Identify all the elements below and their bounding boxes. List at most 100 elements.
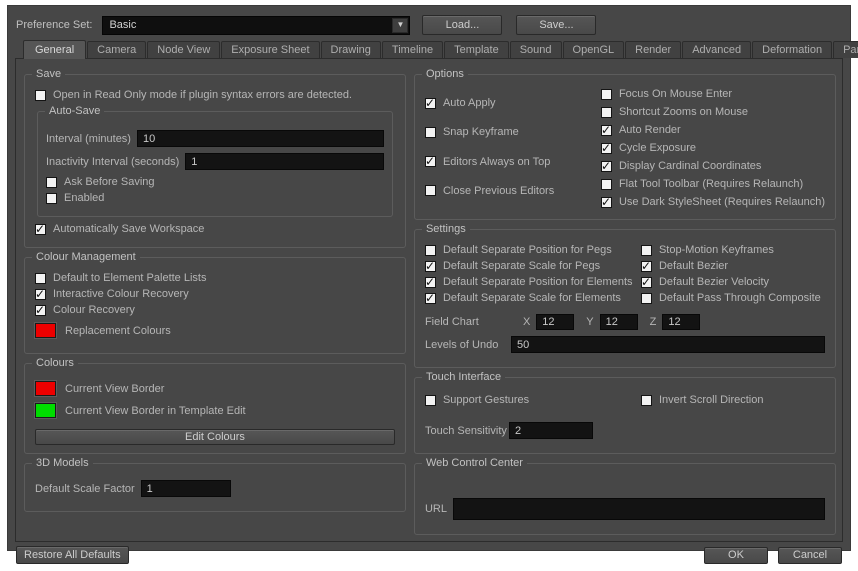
ok-button[interactable]: OK xyxy=(704,546,768,564)
chevron-down-icon[interactable]: ▼ xyxy=(392,17,409,33)
invert-scroll-direction-checkbox[interactable] xyxy=(640,394,652,406)
interactive-recovery-row: Interactive Colour Recovery xyxy=(35,287,395,301)
stop-motion-keyframes-checkbox[interactable] xyxy=(640,244,652,256)
tab-node-view[interactable]: Node View xyxy=(147,41,221,58)
tab-sound[interactable]: Sound xyxy=(509,41,562,58)
field-chart-y-input[interactable] xyxy=(599,314,638,330)
ask-before-saving-checkbox[interactable] xyxy=(46,176,57,188)
replacement-colours-row: Replacement Colours xyxy=(35,323,395,338)
preference-set-value: Basic xyxy=(109,19,137,31)
options-left-column: Auto Apply Snap Keyframe Editors Always … xyxy=(424,85,601,211)
interval-input[interactable] xyxy=(136,130,384,147)
ask-before-saving-row: Ask Before Saving xyxy=(46,176,384,188)
display-cardinal-coordinates-row: Display Cardinal Coordinates xyxy=(600,159,825,173)
tab-opengl[interactable]: OpenGL xyxy=(562,41,625,58)
tab-drawing[interactable]: Drawing xyxy=(320,41,381,58)
tab-camera[interactable]: Camera xyxy=(87,41,147,58)
url-input[interactable] xyxy=(452,498,825,520)
inactivity-row: Inactivity Interval (seconds) xyxy=(46,153,384,170)
close-previous-editors-checkbox[interactable] xyxy=(424,185,436,197)
inactivity-input[interactable] xyxy=(185,153,384,170)
restore-all-defaults-button[interactable]: Restore All Defaults xyxy=(16,546,129,564)
separate-position-pegs-label: Default Separate Position for Pegs xyxy=(442,244,612,256)
enabled-row: Enabled xyxy=(46,192,384,204)
levels-of-undo-label: Levels of Undo xyxy=(424,338,499,351)
separate-position-elements-row: Default Separate Position for Elements xyxy=(424,275,641,289)
preference-set-row: Preference Set: Basic ▼ Load... Save... xyxy=(8,6,850,40)
template-edit-border-label: Current View Border in Template Edit xyxy=(65,404,246,417)
tab-particle[interactable]: Particle xyxy=(833,41,858,58)
separate-position-pegs-checkbox[interactable] xyxy=(424,244,436,256)
snap-keyframe-checkbox[interactable] xyxy=(424,126,436,138)
colour-recovery-checkbox[interactable] xyxy=(35,303,46,317)
interactive-recovery-label: Interactive Colour Recovery xyxy=(53,288,189,300)
default-bezier-velocity-checkbox[interactable] xyxy=(640,275,652,289)
settings-right-column: Stop-Motion Keyframes Default Bezier Def… xyxy=(640,240,825,308)
default-pass-through-composite-label: Default Pass Through Composite xyxy=(658,292,821,304)
save-button[interactable]: Save... xyxy=(516,15,597,35)
replacement-colours-swatch[interactable] xyxy=(35,323,56,338)
close-previous-editors-label: Close Previous Editors xyxy=(442,184,555,197)
default-pass-through-composite-row: Default Pass Through Composite xyxy=(640,292,825,304)
cycle-exposure-checkbox[interactable] xyxy=(600,141,612,155)
current-view-border-swatch[interactable] xyxy=(35,381,56,396)
support-gestures-checkbox[interactable] xyxy=(424,394,436,406)
field-chart-z-input[interactable] xyxy=(662,314,701,330)
left-column: Save Open in Read Only mode if plugin sy… xyxy=(24,65,406,535)
touch-left-column: Support Gestures xyxy=(424,390,641,410)
auto-render-checkbox[interactable] xyxy=(600,123,612,137)
focus-on-mouse-enter-checkbox[interactable] xyxy=(600,88,612,100)
flat-tool-toolbar-label: Flat Tool Toolbar (Requires Relaunch) xyxy=(618,178,804,190)
auto-apply-checkbox[interactable] xyxy=(424,96,436,110)
tab-advanced[interactable]: Advanced xyxy=(682,41,752,58)
support-gestures-row: Support Gestures xyxy=(424,394,641,406)
separate-scale-pegs-label: Default Separate Scale for Pegs xyxy=(442,260,601,272)
separate-position-elements-checkbox[interactable] xyxy=(424,275,436,289)
default-bezier-checkbox[interactable] xyxy=(640,259,652,273)
editors-always-on-top-checkbox[interactable] xyxy=(424,154,436,168)
default-pass-through-composite-checkbox[interactable] xyxy=(640,292,652,304)
interactive-recovery-checkbox[interactable] xyxy=(35,287,46,301)
snap-keyframe-row: Snap Keyframe xyxy=(424,126,601,138)
options-right-column: Focus On Mouse Enter Shortcut Zooms on M… xyxy=(600,85,825,211)
tab-general[interactable]: General xyxy=(23,40,87,59)
touch-sensitivity-input[interactable] xyxy=(508,422,593,439)
dialog-footer: Restore All Defaults OK Cancel xyxy=(8,542,850,571)
edit-colours-button[interactable]: Edit Colours xyxy=(35,429,395,445)
separate-scale-pegs-checkbox[interactable] xyxy=(424,259,436,273)
interval-row: Interval (minutes) xyxy=(46,130,384,147)
preference-tabs: General Camera Node View Exposure Sheet … xyxy=(8,40,858,59)
cancel-button[interactable]: Cancel xyxy=(778,546,842,564)
template-edit-border-swatch[interactable] xyxy=(35,403,56,418)
use-dark-stylesheet-checkbox[interactable] xyxy=(600,195,612,209)
options-group-title: Options xyxy=(421,68,468,80)
auto-save-group: Auto-Save Interval (minutes) Inactivity … xyxy=(37,105,393,217)
field-chart-label: Field Chart xyxy=(424,316,479,328)
editors-always-on-top-label: Editors Always on Top xyxy=(442,155,551,168)
separate-scale-elements-checkbox[interactable] xyxy=(424,291,436,305)
field-chart-x-input[interactable] xyxy=(536,314,575,330)
preference-set-dropdown[interactable]: Basic ▼ xyxy=(102,15,411,35)
close-previous-editors-row: Close Previous Editors xyxy=(424,184,601,197)
levels-of-undo-input[interactable] xyxy=(510,336,825,353)
default-palette-label: Default to Element Palette Lists xyxy=(53,272,207,284)
flat-tool-toolbar-checkbox[interactable] xyxy=(600,178,612,190)
load-button[interactable]: Load... xyxy=(422,15,503,35)
tab-timeline[interactable]: Timeline xyxy=(381,41,444,58)
use-dark-stylesheet-row: Use Dark StyleSheet (Requires Relaunch) xyxy=(600,195,825,209)
tab-deformation[interactable]: Deformation xyxy=(752,41,833,58)
field-chart-x-label: X xyxy=(522,316,531,328)
tab-template[interactable]: Template xyxy=(444,41,509,58)
enabled-checkbox[interactable] xyxy=(46,192,57,204)
default-palette-checkbox[interactable] xyxy=(35,272,46,284)
display-cardinal-coordinates-checkbox[interactable] xyxy=(600,159,612,173)
shortcut-zooms-on-mouse-checkbox[interactable] xyxy=(600,106,612,118)
open-read-only-checkbox[interactable] xyxy=(35,89,46,101)
auto-save-workspace-checkbox[interactable] xyxy=(35,222,46,236)
save-group-title: Save xyxy=(32,68,66,80)
default-scale-factor-input[interactable] xyxy=(140,480,231,497)
tab-exposure-sheet[interactable]: Exposure Sheet xyxy=(221,41,320,58)
save-group: Save Open in Read Only mode if plugin sy… xyxy=(24,68,406,248)
tab-render[interactable]: Render xyxy=(625,41,682,58)
general-tab-panel: Save Open in Read Only mode if plugin sy… xyxy=(15,58,843,542)
